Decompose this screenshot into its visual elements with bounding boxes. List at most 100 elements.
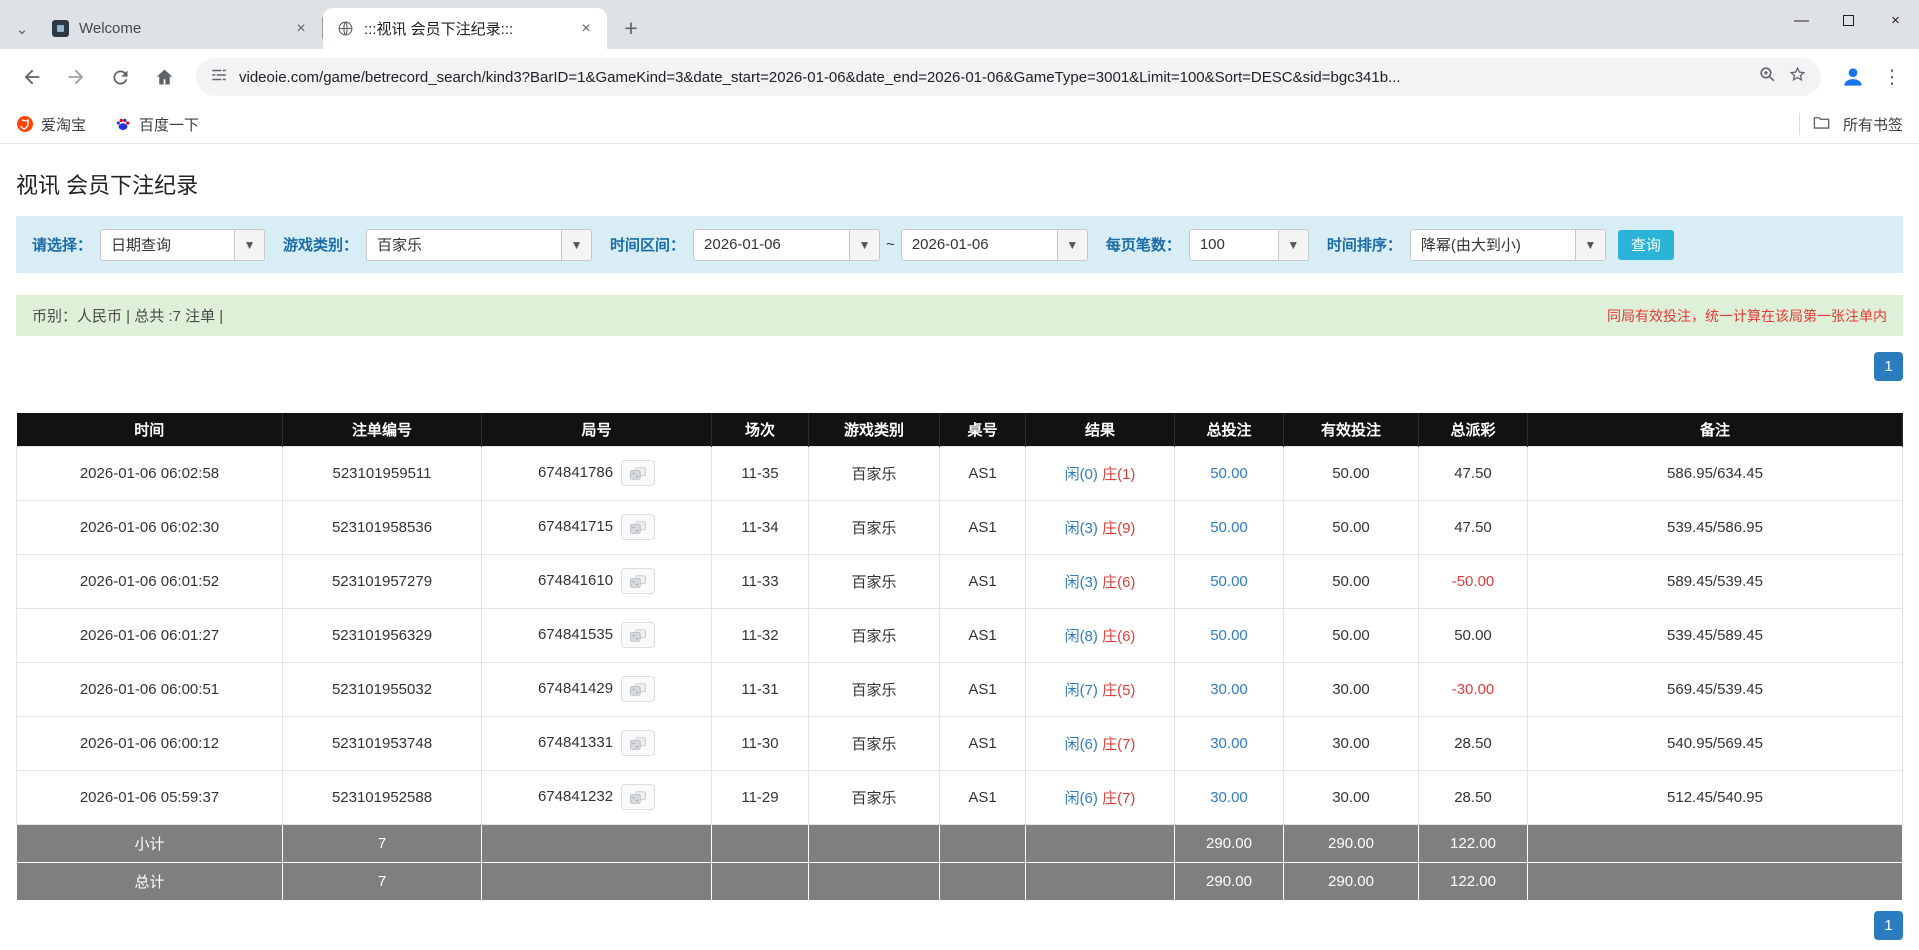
cell-round: 674841610 bbox=[482, 554, 712, 608]
url-text[interactable]: videoie.com/game/betrecord_search/kind3?… bbox=[239, 69, 1747, 86]
bookmark-baidu[interactable]: 百度一下 bbox=[114, 114, 199, 135]
cell-bet-id: 523101956329 bbox=[283, 608, 482, 662]
page-1-button[interactable]: 1 bbox=[1874, 352, 1903, 381]
date-end-input[interactable]: 2026-01-06 ▼ bbox=[901, 229, 1088, 261]
result-banker: 庄(5) bbox=[1102, 682, 1135, 699]
summary-right-note: 同局有效投注，统一计算在该局第一张注单内 bbox=[1607, 306, 1887, 326]
footer-count: 7 bbox=[283, 862, 482, 900]
round-detail-button[interactable] bbox=[621, 730, 655, 756]
footer-valid-bet: 290.00 bbox=[1284, 862, 1419, 900]
cell-result: 闲(7) 庄(5) bbox=[1026, 662, 1175, 716]
per-page-label: 每页笔数： bbox=[1106, 234, 1181, 255]
date-start-value: 2026-01-06 bbox=[694, 230, 849, 260]
site-info-icon[interactable] bbox=[210, 66, 228, 89]
query-type-value: 日期查询 bbox=[101, 230, 234, 260]
cell-note: 540.95/569.45 bbox=[1528, 716, 1903, 770]
result-banker: 庄(6) bbox=[1102, 574, 1135, 591]
close-tab-icon[interactable]: × bbox=[290, 18, 312, 40]
search-button[interactable]: 查询 bbox=[1618, 230, 1674, 260]
round-detail-button[interactable] bbox=[621, 460, 655, 486]
page-1-button[interactable]: 1 bbox=[1874, 911, 1903, 940]
result-banker: 庄(1) bbox=[1102, 466, 1135, 483]
close-window-button[interactable]: × bbox=[1872, 0, 1919, 40]
back-button[interactable] bbox=[12, 57, 52, 97]
cell-bet-id: 523101955032 bbox=[283, 662, 482, 716]
round-detail-button[interactable] bbox=[621, 622, 655, 648]
sort-label: 时间排序： bbox=[1327, 234, 1402, 255]
cell-bet-id: 523101959511 bbox=[283, 446, 482, 500]
result-player: 闲(0) bbox=[1065, 466, 1098, 483]
chevron-down-icon[interactable]: ▼ bbox=[234, 230, 264, 260]
cell-payout: 28.50 bbox=[1419, 716, 1528, 770]
query-type-select[interactable]: 日期查询 ▼ bbox=[100, 229, 265, 261]
window-controls: — × bbox=[1778, 0, 1919, 40]
home-button[interactable] bbox=[144, 57, 184, 97]
chevron-down-icon: ⌄ bbox=[16, 20, 29, 38]
globe-icon bbox=[337, 20, 354, 37]
chevron-down-icon[interactable]: ▼ bbox=[1278, 230, 1308, 260]
game-kind-select[interactable]: 百家乐 ▼ bbox=[366, 229, 592, 261]
date-range-label: 时间区间： bbox=[610, 234, 685, 255]
per-page-select[interactable]: 100 ▼ bbox=[1189, 229, 1309, 261]
summary-bar: 币别：人民币 | 总共 :7 注单 | 同局有效投注，统一计算在该局第一张注单内 bbox=[16, 295, 1903, 336]
all-bookmarks[interactable]: 所有书签 bbox=[1799, 113, 1903, 136]
table-row: 2026-01-06 06:01:52523101957279674841610… bbox=[17, 554, 1903, 608]
chevron-down-icon[interactable]: ▼ bbox=[1057, 230, 1087, 260]
cell-table-no: AS1 bbox=[940, 662, 1026, 716]
cell-total-bet[interactable]: 30.00 bbox=[1175, 662, 1284, 716]
column-header: 桌号 bbox=[940, 413, 1026, 446]
cell-round: 674841429 bbox=[482, 662, 712, 716]
reload-button[interactable] bbox=[100, 57, 140, 97]
tab-welcome[interactable]: Welcome × bbox=[38, 8, 322, 49]
cell-total-bet[interactable]: 50.00 bbox=[1175, 500, 1284, 554]
cell-total-bet[interactable]: 50.00 bbox=[1175, 446, 1284, 500]
maximize-button[interactable] bbox=[1825, 0, 1872, 40]
cell-result: 闲(6) 庄(7) bbox=[1026, 770, 1175, 824]
chevron-down-icon[interactable]: ▼ bbox=[561, 230, 591, 260]
subtotal-row: 小计7290.00290.00122.00 bbox=[17, 824, 1903, 862]
new-tab-button[interactable]: + bbox=[613, 10, 649, 46]
chevron-down-icon[interactable]: ▼ bbox=[1575, 230, 1605, 260]
column-header: 游戏类别 bbox=[809, 413, 940, 446]
cell-session: 11-34 bbox=[712, 500, 809, 554]
total-row: 总计7290.00290.00122.00 bbox=[17, 862, 1903, 900]
chevron-down-icon[interactable]: ▼ bbox=[849, 230, 879, 260]
cell-payout: 50.00 bbox=[1419, 608, 1528, 662]
cell-total-bet[interactable]: 30.00 bbox=[1175, 716, 1284, 770]
forward-button[interactable] bbox=[56, 57, 96, 97]
bookmark-taobao[interactable]: 爱淘宝 bbox=[16, 114, 86, 135]
close-tab-icon[interactable]: × bbox=[575, 18, 597, 40]
cell-total-bet[interactable]: 50.00 bbox=[1175, 608, 1284, 662]
cell-result: 闲(0) 庄(1) bbox=[1026, 446, 1175, 500]
cell-note: 539.45/586.95 bbox=[1528, 500, 1903, 554]
tab-betrecord[interactable]: :::视讯 会员下注纪录::: × bbox=[323, 8, 607, 49]
cell-total-bet[interactable]: 50.00 bbox=[1175, 554, 1284, 608]
footer-total-bet: 290.00 bbox=[1175, 824, 1284, 862]
taobao-favicon bbox=[16, 116, 33, 133]
cell-game: 百家乐 bbox=[809, 446, 940, 500]
cell-valid-bet: 30.00 bbox=[1284, 770, 1419, 824]
url-bar[interactable]: videoie.com/game/betrecord_search/kind3?… bbox=[196, 58, 1821, 96]
date-end-value: 2026-01-06 bbox=[902, 230, 1057, 260]
cell-valid-bet: 50.00 bbox=[1284, 554, 1419, 608]
page-content: 视讯 会员下注纪录 请选择： 日期查询 ▼ 游戏类别： 百家乐 ▼ 时间区间： … bbox=[0, 168, 1919, 940]
cell-table-no: AS1 bbox=[940, 554, 1026, 608]
round-detail-button[interactable] bbox=[621, 784, 655, 810]
filter-bar: 请选择： 日期查询 ▼ 游戏类别： 百家乐 ▼ 时间区间： 2026-01-06… bbox=[16, 216, 1903, 273]
table-header-row: 时间注单编号局号场次游戏类别桌号结果总投注有效投注总派彩备注 bbox=[17, 413, 1903, 446]
round-detail-button[interactable] bbox=[621, 514, 655, 540]
result-player: 闲(3) bbox=[1065, 520, 1098, 537]
date-start-input[interactable]: 2026-01-06 ▼ bbox=[693, 229, 880, 261]
round-detail-button[interactable] bbox=[621, 568, 655, 594]
menu-icon[interactable]: ⋮ bbox=[1877, 66, 1907, 89]
pagination-top: 1 bbox=[16, 352, 1903, 381]
bookmark-star-icon[interactable] bbox=[1788, 65, 1807, 89]
sort-select[interactable]: 降幂(由大到小) ▼ bbox=[1410, 229, 1606, 261]
round-detail-button[interactable] bbox=[621, 676, 655, 702]
tab-search-button[interactable]: ⌄ bbox=[6, 8, 38, 49]
profile-avatar[interactable] bbox=[1833, 57, 1873, 97]
minimize-button[interactable]: — bbox=[1778, 0, 1825, 40]
date-range-separator: ~ bbox=[886, 236, 895, 253]
zoom-icon[interactable] bbox=[1758, 65, 1777, 89]
cell-total-bet[interactable]: 30.00 bbox=[1175, 770, 1284, 824]
